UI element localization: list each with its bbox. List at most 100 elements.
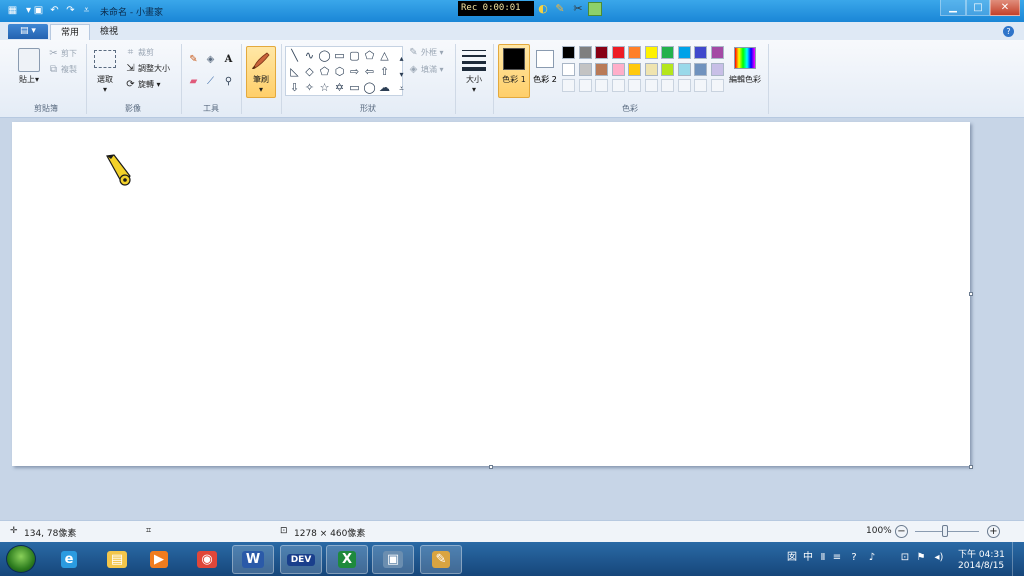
taskbar-app-paint[interactable]: ✎ [420,545,462,574]
rotate-button[interactable]: ⟳ 旋轉 ▾ [125,79,160,90]
right-arrow-shape-icon[interactable]: ⇨ [348,65,361,78]
line-shape-icon[interactable]: ╲ [288,49,301,62]
recorder-stop-icon[interactable] [588,2,602,16]
paste-button-label[interactable]: 貼上▾ [14,74,44,85]
palette-swatch[interactable] [644,46,658,59]
size-icon[interactable] [462,48,486,71]
magnifier-icon[interactable]: ⚲ [221,74,236,89]
tray-icon[interactable]: ≡ [831,552,843,564]
cut-button[interactable]: ✂ 剪下 [48,48,77,59]
taskbar-app-media-player[interactable]: ▶ [138,545,180,574]
tray-icon[interactable]: Ⅱ [817,552,829,564]
tray-icon[interactable]: ⊡ [899,552,911,564]
custom-color-slot[interactable] [710,79,724,92]
tray-icon[interactable]: 中 [802,552,814,564]
tray-icon[interactable]: ? [848,552,860,564]
copy-button[interactable]: ⧉ 複製 [48,64,77,75]
drawing-canvas[interactable] [12,122,970,466]
oval-shape-icon[interactable]: ◯ [318,49,331,62]
palette-swatch[interactable] [677,62,691,76]
shapes-scroll-up-icon[interactable]: ▴ [395,52,408,65]
canvas-resize-handle-right[interactable] [969,292,973,296]
polygon-shape-icon[interactable]: ⬠ [363,49,376,62]
shapes-expand-icon[interactable]: ⩡ [395,82,408,95]
taskbar-app-dev-cpp[interactable]: DEV [280,545,322,574]
taskbar-app-ie[interactable]: e [48,545,90,574]
pentagon-shape-icon[interactable]: ⬠ [318,65,331,78]
palette-swatch[interactable] [661,62,674,76]
select-button-label[interactable]: 選取 ▾ [90,74,120,94]
redo-icon[interactable]: ↷ [64,4,77,17]
select-icon[interactable] [94,50,116,68]
four-point-star-shape-icon[interactable]: ✧ [303,81,316,94]
zoom-in-button[interactable]: + [987,525,1000,538]
taskbar-app-word[interactable]: W [232,545,274,574]
custom-color-slot[interactable] [694,79,707,92]
palette-swatch[interactable] [694,62,707,76]
help-icon[interactable]: ? [1003,26,1014,37]
custom-color-slot[interactable] [644,79,658,92]
paint-app-icon[interactable]: ▦ [6,4,19,17]
palette-swatch[interactable] [677,46,691,59]
palette-swatch[interactable] [562,46,575,59]
rounded-rectangle-shape-icon[interactable]: ▢ [348,49,361,62]
eraser-icon[interactable]: ▰ [186,74,201,89]
zoom-out-button[interactable]: − [895,525,908,538]
paste-icon[interactable] [18,48,40,72]
hexagon-shape-icon[interactable]: ⬡ [333,65,346,78]
show-desktop-button[interactable] [1012,542,1024,576]
palette-swatch[interactable] [595,46,608,59]
custom-color-slot[interactable] [611,79,625,92]
oval-callout-shape-icon[interactable]: ◯ [363,81,376,94]
minimize-button[interactable]: ▁ [940,0,966,16]
close-button[interactable]: ✕ [990,0,1020,16]
recorder-pen-icon[interactable]: ✎ [553,2,567,16]
triangle-shape-icon[interactable]: △ [378,49,391,62]
rectangle-shape-icon[interactable]: ▭ [333,49,346,62]
canvas-resize-handle-bottom[interactable] [489,465,493,469]
custom-color-slot[interactable] [677,79,691,92]
zoom-slider-thumb[interactable] [942,525,948,537]
tray-icon[interactable]: ⚑ [915,552,927,564]
outline-button[interactable]: ✎ 外框 ▾ [408,47,443,58]
color2-swatch[interactable] [536,50,554,68]
palette-swatch[interactable] [628,62,641,76]
custom-color-slot[interactable] [578,79,592,92]
diamond-shape-icon[interactable]: ◇ [303,65,316,78]
customize-dropdown-icon[interactable]: ⩡ [80,4,93,17]
resize-button[interactable]: ⇲ 調整大小 [125,63,170,74]
tray-icon[interactable]: 囡 [786,552,798,564]
palette-swatch[interactable] [694,46,707,59]
cloud-callout-shape-icon[interactable]: ☁ [378,81,391,94]
text-tool-icon[interactable]: A [221,52,236,67]
six-point-star-shape-icon[interactable]: ✡ [333,81,346,94]
edit-colors-label[interactable]: 編輯色彩 [724,74,766,85]
down-arrow-shape-icon[interactable]: ⇩ [288,81,301,94]
palette-swatch[interactable] [578,46,592,59]
left-arrow-shape-icon[interactable]: ⇦ [363,65,376,78]
taskbar-app-explorer[interactable]: ▤ [96,545,138,574]
rect-callout-shape-icon[interactable]: ▭ [348,81,361,94]
palette-swatch[interactable] [710,46,724,59]
tab-home[interactable]: 常用 [50,24,91,40]
custom-color-slot[interactable] [595,79,608,92]
shapes-scroll-down-icon[interactable]: ▾ [395,68,408,81]
size-button-label[interactable]: 大小 ▾ [460,74,488,94]
palette-swatch[interactable] [644,62,658,76]
right-triangle-shape-icon[interactable]: ◺ [288,65,301,78]
fill-button[interactable]: ◈ 填滿 ▾ [408,64,444,75]
recorder-pause-icon[interactable]: ◐ [536,2,550,16]
color-picker-icon[interactable]: ⟋ [203,74,218,89]
crop-button[interactable]: ⌗ 裁剪 [125,47,154,58]
palette-swatch[interactable] [628,46,641,59]
custom-color-slot[interactable] [628,79,641,92]
palette-swatch[interactable] [595,62,608,76]
tray-icon[interactable]: ♪ [866,552,878,564]
five-point-star-shape-icon[interactable]: ☆ [318,81,331,94]
tab-view[interactable]: 檢視 [90,24,128,40]
palette-swatch[interactable] [611,62,625,76]
save-icon[interactable]: ▣ [32,4,45,17]
custom-color-slot[interactable] [661,79,674,92]
pencil-icon[interactable]: ✎ [186,52,201,67]
taskbar-app-window[interactable]: ▣ [372,545,414,574]
